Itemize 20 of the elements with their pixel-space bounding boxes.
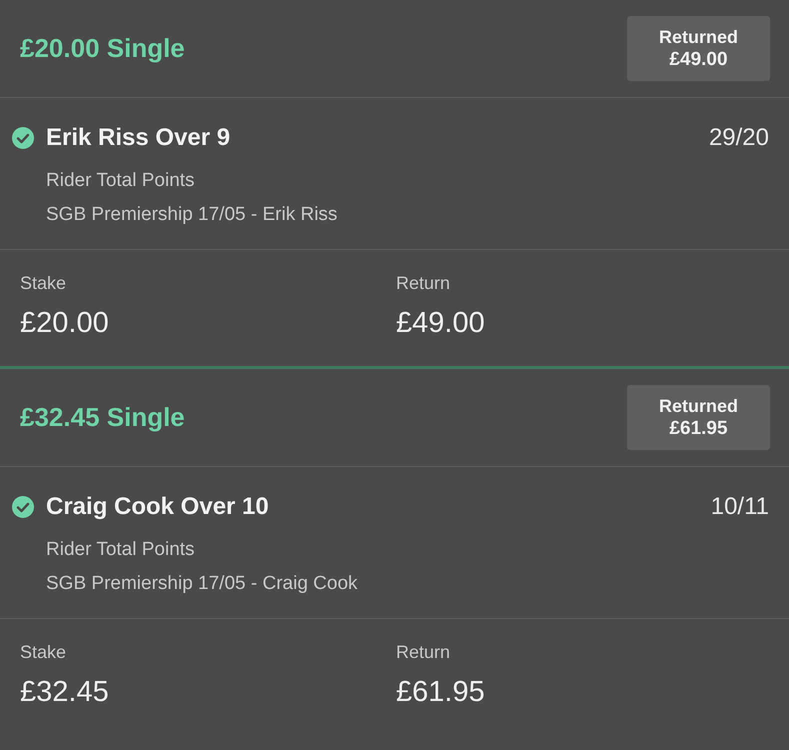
return-label: Return [396,272,452,294]
bet-title: £20.00 Single [20,32,185,65]
stake-label: Stake [20,272,68,294]
market-name: Rider Total Points [46,538,196,562]
bet-title: £32.45 Single [20,401,185,434]
return-amount: £61.95 [396,675,486,709]
event-name: SGB Premiership 17/05 - Craig Cook [46,572,359,596]
odds: 29/20 [708,123,769,153]
return-amount: £49.00 [396,306,486,340]
odds: 10/11 [710,492,769,522]
stake-label: Stake [20,641,68,663]
returned-badge: Returned £61.95 [627,385,770,450]
return-label: Return [396,641,452,663]
returned-badge: Returned £49.00 [627,16,770,81]
selection-name: Erik Riss Over 9 [46,123,232,153]
market-name: Rider Total Points [46,169,196,193]
stake-amount: £32.45 [20,675,110,709]
event-name: SGB Premiership 17/05 - Erik Riss [46,203,338,227]
stake-amount: £20.00 [20,306,110,340]
selection-name: Craig Cook Over 10 [46,492,270,522]
